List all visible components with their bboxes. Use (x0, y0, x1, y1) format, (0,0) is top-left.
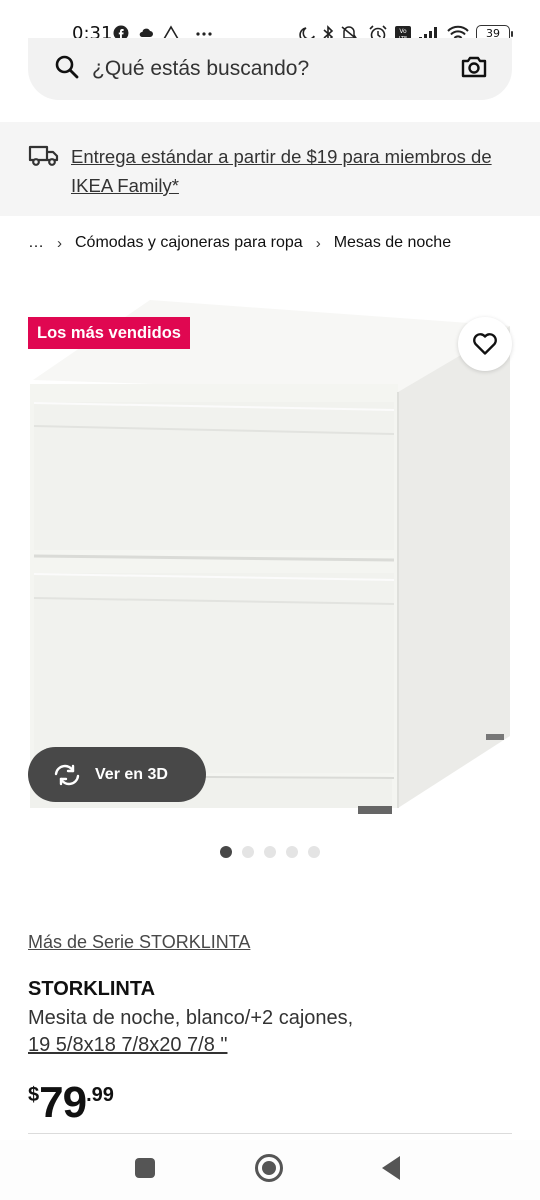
product-description-text: Mesita de noche, blanco/+2 cajones, (28, 1007, 354, 1029)
svg-text:Vo: Vo (399, 28, 407, 35)
delivery-link[interactable]: Entrega estándar a partir de $19 para mi… (71, 142, 521, 200)
back-icon[interactable] (382, 1156, 400, 1180)
breadcrumb-item-comodas[interactable]: Cómodas y cajoneras para ropa (75, 234, 303, 252)
product-name: STORKLINTA (28, 978, 156, 1000)
breadcrumb-ellipsis[interactable]: … (28, 234, 44, 252)
chevron-right-icon: › (315, 234, 321, 252)
view-3d-label: Ver en 3D (95, 765, 168, 783)
view-3d-button[interactable]: Ver en 3D (28, 747, 206, 802)
price-integer: 79 (39, 1078, 87, 1127)
price-decimal: .99 (86, 1084, 114, 1106)
favorite-button[interactable] (458, 317, 512, 371)
rotate-3d-icon (54, 764, 80, 785)
product-size-link[interactable]: 19 5/8x18 7/8x20 7/8 " (28, 1034, 227, 1056)
carousel-dot[interactable] (242, 846, 254, 858)
divider (28, 1133, 512, 1134)
bestseller-badge: Los más vendidos (28, 317, 190, 349)
carousel-dot[interactable] (220, 846, 232, 858)
breadcrumb-item-mesas[interactable]: Mesas de noche (334, 234, 451, 252)
delivery-banner[interactable]: Entrega estándar a partir de $19 para mi… (0, 122, 540, 216)
price-currency: $ (28, 1084, 40, 1106)
product-price: $79.99 (28, 1078, 114, 1128)
system-nav-bar (0, 1140, 540, 1200)
recents-icon[interactable] (135, 1158, 155, 1178)
carousel-dot[interactable] (286, 846, 298, 858)
heart-icon (473, 333, 497, 355)
series-link[interactable]: Más de Serie STORKLINTA (28, 932, 250, 953)
breadcrumb: … › Cómodas y cajoneras para ropa › Mesa… (28, 234, 451, 252)
camera-icon[interactable] (460, 53, 488, 81)
image-carousel-dots (220, 846, 320, 858)
chevron-right-icon: › (57, 234, 62, 252)
search-bar[interactable]: ¿Qué estás buscando? (28, 38, 512, 100)
carousel-dot[interactable] (308, 846, 320, 858)
product-description: Mesita de noche, blanco/+2 cajones, 19 5… (28, 1005, 508, 1059)
search-input[interactable]: ¿Qué estás buscando? (92, 57, 309, 81)
truck-icon (28, 145, 59, 166)
home-icon[interactable] (255, 1154, 283, 1182)
search-icon (55, 55, 79, 79)
carousel-dot[interactable] (264, 846, 276, 858)
